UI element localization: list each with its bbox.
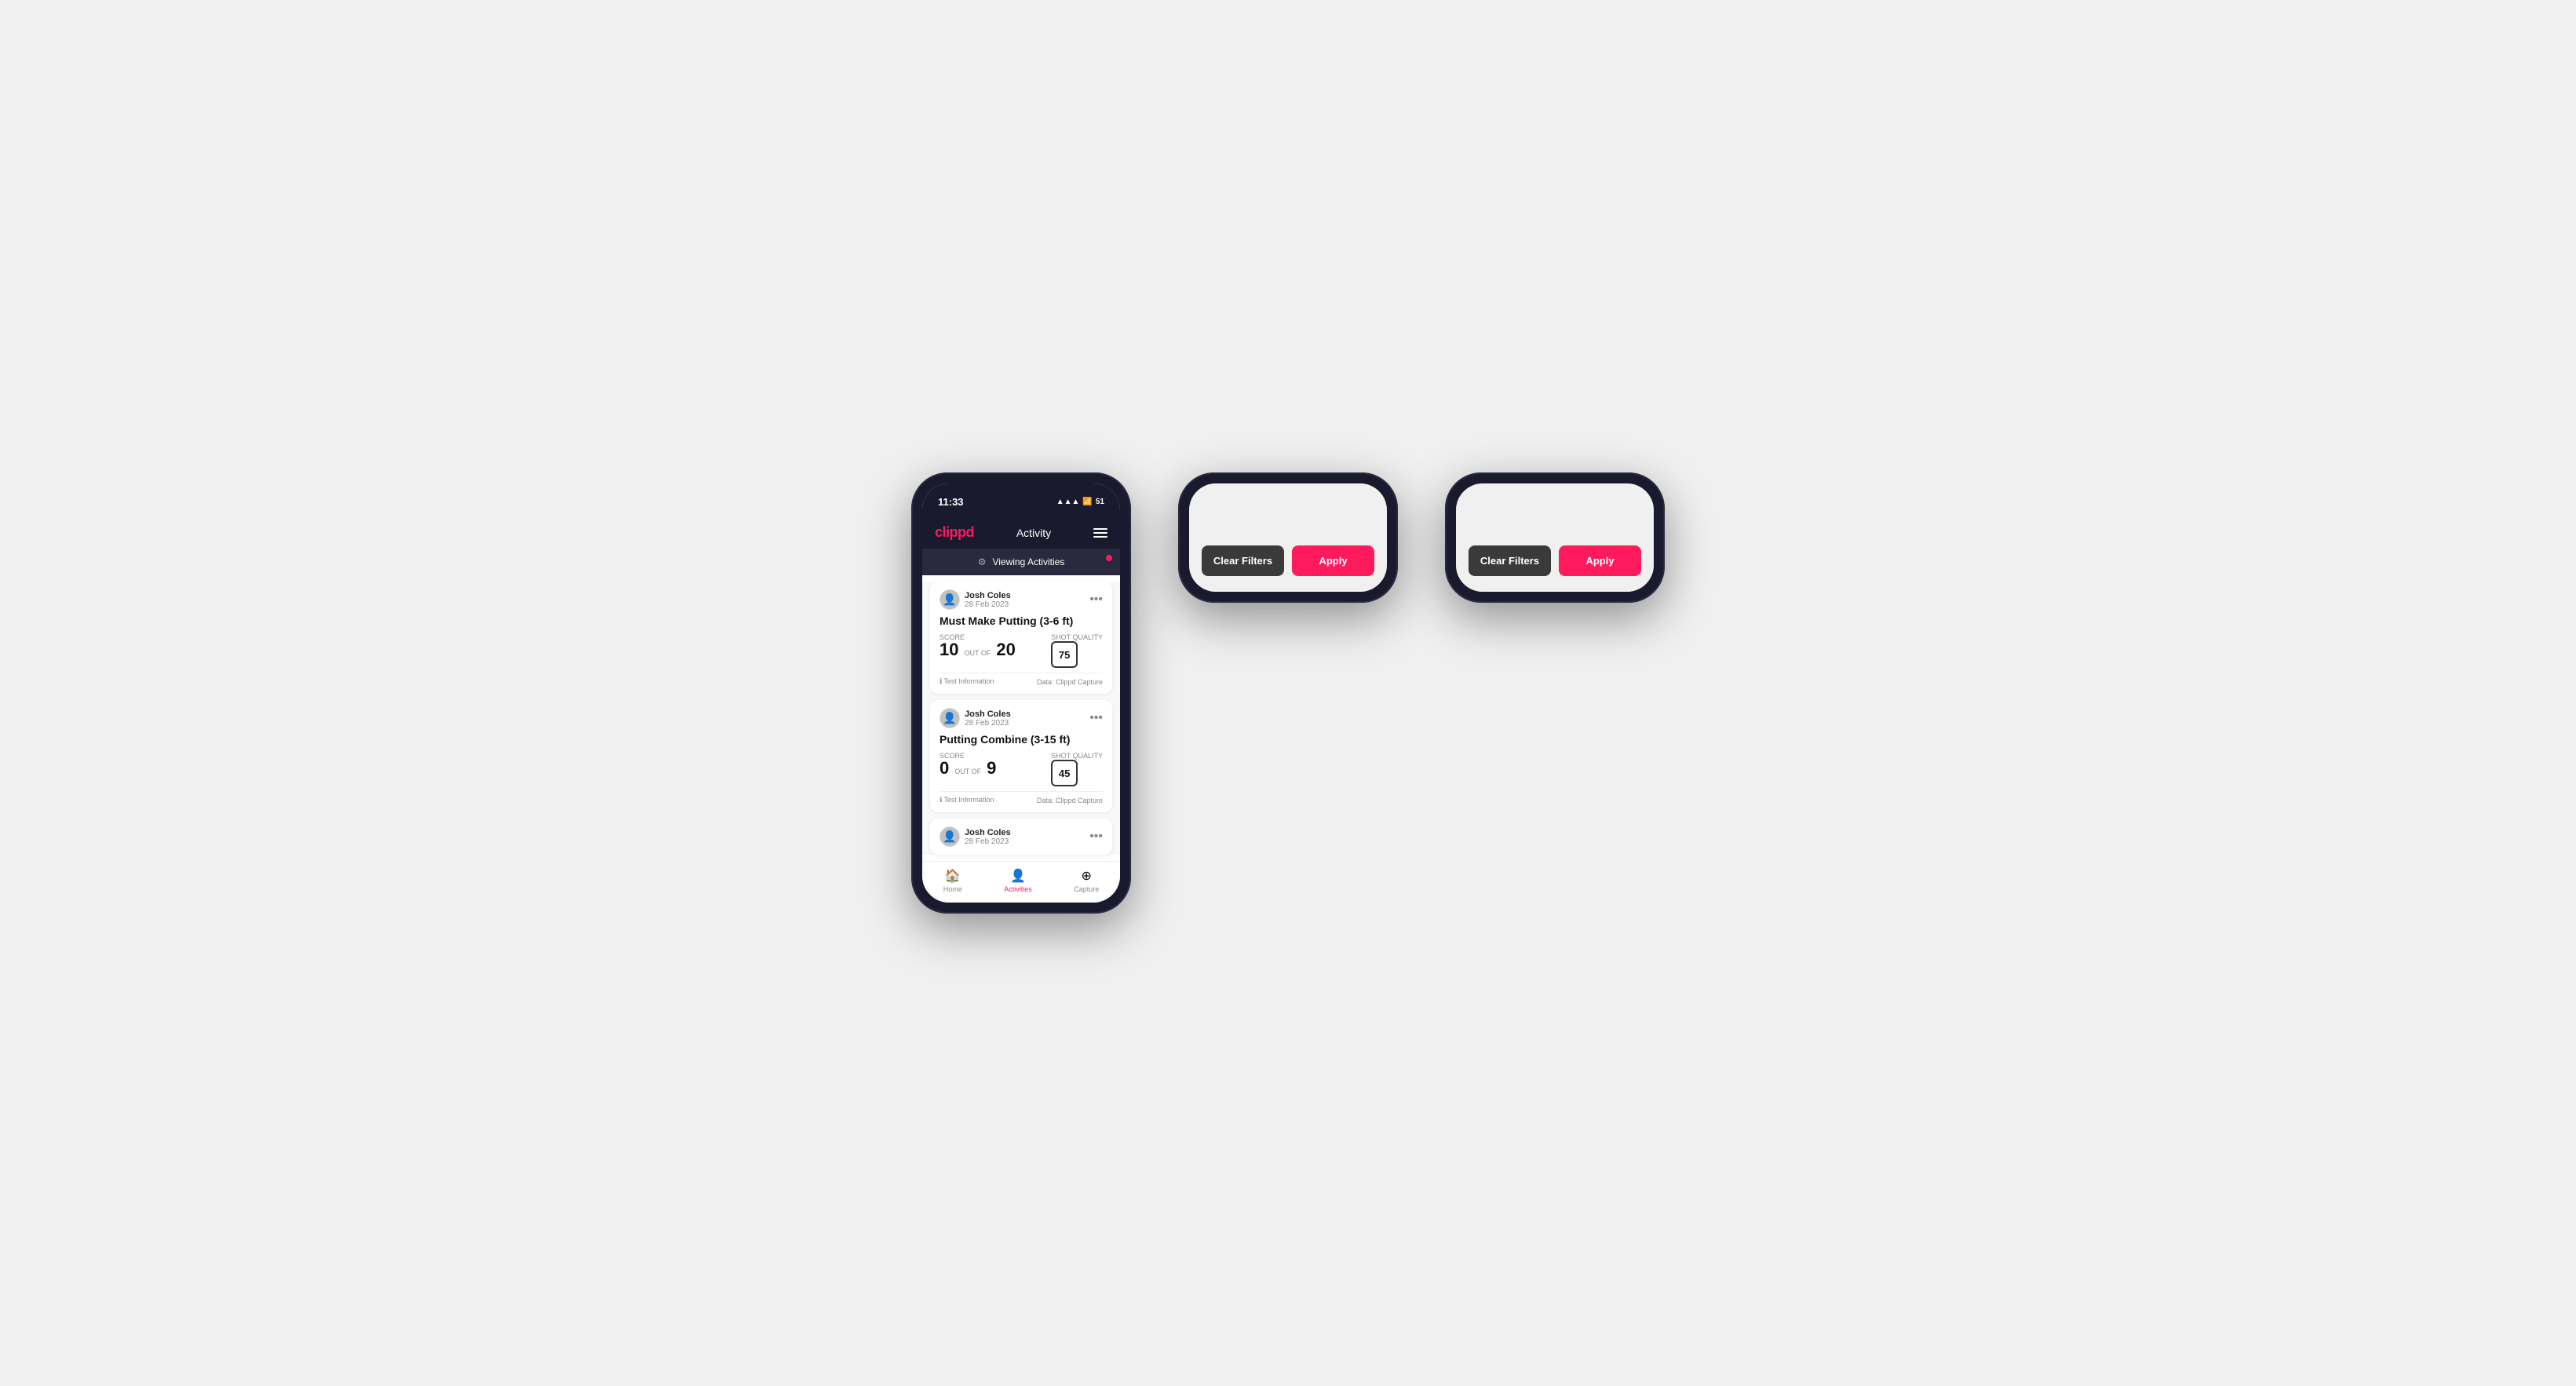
notification-dot-1 <box>1106 555 1112 561</box>
info-2: ℹTest Information <box>940 796 994 804</box>
user-date-1: 28 Feb 2023 <box>965 600 1011 609</box>
avatar-1 <box>940 589 960 610</box>
viewing-banner-1[interactable]: ⚙ Viewing Activities <box>922 549 1120 575</box>
activity-header-3: Josh Coles 28 Feb 2023 ••• <box>940 826 1103 847</box>
activity-footer-1: ℹTest Information Data: Clippd Capture <box>940 673 1103 686</box>
viewing-label-1: Viewing Activities <box>992 556 1064 567</box>
app-logo-1: clippd <box>935 524 974 541</box>
home-label-1: Home <box>943 885 962 893</box>
phones-container: 11:33 ▲▲▲ 📶 51 clippd Activity ⚙ View <box>911 472 1665 914</box>
avatar-img-1 <box>940 590 959 609</box>
more-dots-2[interactable]: ••• <box>1089 711 1103 725</box>
score-value-2: 0 <box>940 760 949 777</box>
activity-footer-2: ℹTest Information Data: Clippd Capture <box>940 791 1103 804</box>
out-of-1: OUT OF <box>964 649 991 657</box>
user-info-2: Josh Coles 28 Feb 2023 <box>940 708 1011 728</box>
sq-label-1: Shot Quality <box>1051 633 1103 641</box>
nav-title-1: Activity <box>1016 527 1051 539</box>
user-info-1: Josh Coles 28 Feb 2023 <box>940 589 1011 610</box>
hamburger-menu-1[interactable] <box>1093 528 1107 538</box>
phone-3: 11:33 ▲▲▲ 📶 51 clippd Activity Viewing A… <box>1445 472 1665 603</box>
filter-footer-2: Clear Filters Apply <box>1202 545 1374 576</box>
phone-1: 11:33 ▲▲▲ 📶 51 clippd Activity ⚙ View <box>911 472 1131 914</box>
data-source-2: Data: Clippd Capture <box>1037 797 1103 804</box>
user-name-3: Josh Coles <box>965 828 1011 837</box>
filter-overlay-3: Filter ✕ Show Rounds Practice Drills Pra… <box>1456 483 1654 592</box>
home-icon-1: 🏠 <box>945 868 961 884</box>
info-1: ℹTest Information <box>940 677 994 686</box>
activities-label-1: Activities <box>1004 885 1032 893</box>
activity-stats-1: Score 10 OUT OF 20 Shot Quality 75 <box>940 633 1103 668</box>
avatar-2 <box>940 708 960 728</box>
data-source-1: Data: Clippd Capture <box>1037 678 1103 686</box>
capture-label-1: Capture <box>1074 885 1099 893</box>
user-date-3: 28 Feb 2023 <box>965 837 1011 846</box>
filter-sheet-2: Filter ✕ Show Rounds Practice Drills Rou… <box>1189 483 1387 592</box>
phone-2: 11:33 ▲▲▲ 📶 51 clippd Activity Viewing A… <box>1178 472 1398 603</box>
dynamic-island-1 <box>975 491 1045 512</box>
activity-item-3[interactable]: Josh Coles 28 Feb 2023 ••• <box>930 819 1112 855</box>
score-value-1: 10 <box>940 641 958 658</box>
clear-filters-2[interactable]: Clear Filters <box>1202 545 1284 576</box>
signal-icon: ▲▲▲ <box>1056 498 1080 506</box>
activity-title-1: Must Make Putting (3-6 ft) <box>940 615 1103 627</box>
sq-label-2: Shot Quality <box>1051 752 1103 760</box>
user-name-2: Josh Coles <box>965 709 1011 719</box>
time-1: 11:33 <box>938 496 964 508</box>
status-bar-1: 11:33 ▲▲▲ 📶 51 <box>922 483 1120 516</box>
activity-item-1[interactable]: Josh Coles 28 Feb 2023 ••• Must Make Put… <box>930 582 1112 694</box>
bottom-nav-1: 🏠 Home 👤 Activities ⊕ Capture <box>922 861 1120 903</box>
apply-button-3[interactable]: Apply <box>1559 545 1641 576</box>
nav-capture-1[interactable]: ⊕ Capture <box>1074 868 1099 893</box>
nav-bar-1: clippd Activity <box>922 516 1120 549</box>
nav-activities-1[interactable]: 👤 Activities <box>1004 868 1032 893</box>
shots-value-1: 20 <box>996 641 1015 658</box>
filter-sheet-3: Filter ✕ Show Rounds Practice Drills Pra… <box>1456 483 1654 592</box>
shots-value-2: 9 <box>987 760 996 777</box>
status-icons-1: ▲▲▲ 📶 51 <box>1056 498 1104 506</box>
wifi-icon: 📶 <box>1082 498 1092 506</box>
user-name-1: Josh Coles <box>965 591 1011 600</box>
filter-footer-3: Clear Filters Apply <box>1469 545 1641 576</box>
activity-header-1: Josh Coles 28 Feb 2023 ••• <box>940 589 1103 610</box>
battery-display: 51 <box>1096 498 1104 506</box>
capture-icon-1: ⊕ <box>1082 868 1092 884</box>
shot-quality-1: 75 <box>1051 641 1078 668</box>
filter-icon-1: ⚙ <box>978 556 987 567</box>
activity-title-2: Putting Combine (3-15 ft) <box>940 733 1103 746</box>
avatar-img-2 <box>940 709 959 728</box>
activity-header-2: Josh Coles 28 Feb 2023 ••• <box>940 708 1103 728</box>
user-date-2: 28 Feb 2023 <box>965 719 1011 728</box>
nav-home-1[interactable]: 🏠 Home <box>943 868 962 893</box>
activity-list-1: Josh Coles 28 Feb 2023 ••• Must Make Put… <box>922 582 1120 855</box>
activities-icon-1: 👤 <box>1010 868 1026 884</box>
activity-item-2[interactable]: Josh Coles 28 Feb 2023 ••• Putting Combi… <box>930 700 1112 812</box>
avatar-img-3 <box>940 827 959 846</box>
filter-overlay-2: Filter ✕ Show Rounds Practice Drills Rou… <box>1189 483 1387 592</box>
apply-button-2[interactable]: Apply <box>1292 545 1374 576</box>
more-dots-3[interactable]: ••• <box>1089 830 1103 844</box>
shot-quality-2: 45 <box>1051 760 1078 786</box>
avatar-3 <box>940 826 960 847</box>
clear-filters-3[interactable]: Clear Filters <box>1469 545 1551 576</box>
out-of-2: OUT OF <box>954 768 981 775</box>
activity-stats-2: Score 0 OUT OF 9 Shot Quality 45 <box>940 752 1103 786</box>
user-info-3: Josh Coles 28 Feb 2023 <box>940 826 1011 847</box>
more-dots-1[interactable]: ••• <box>1089 593 1103 607</box>
